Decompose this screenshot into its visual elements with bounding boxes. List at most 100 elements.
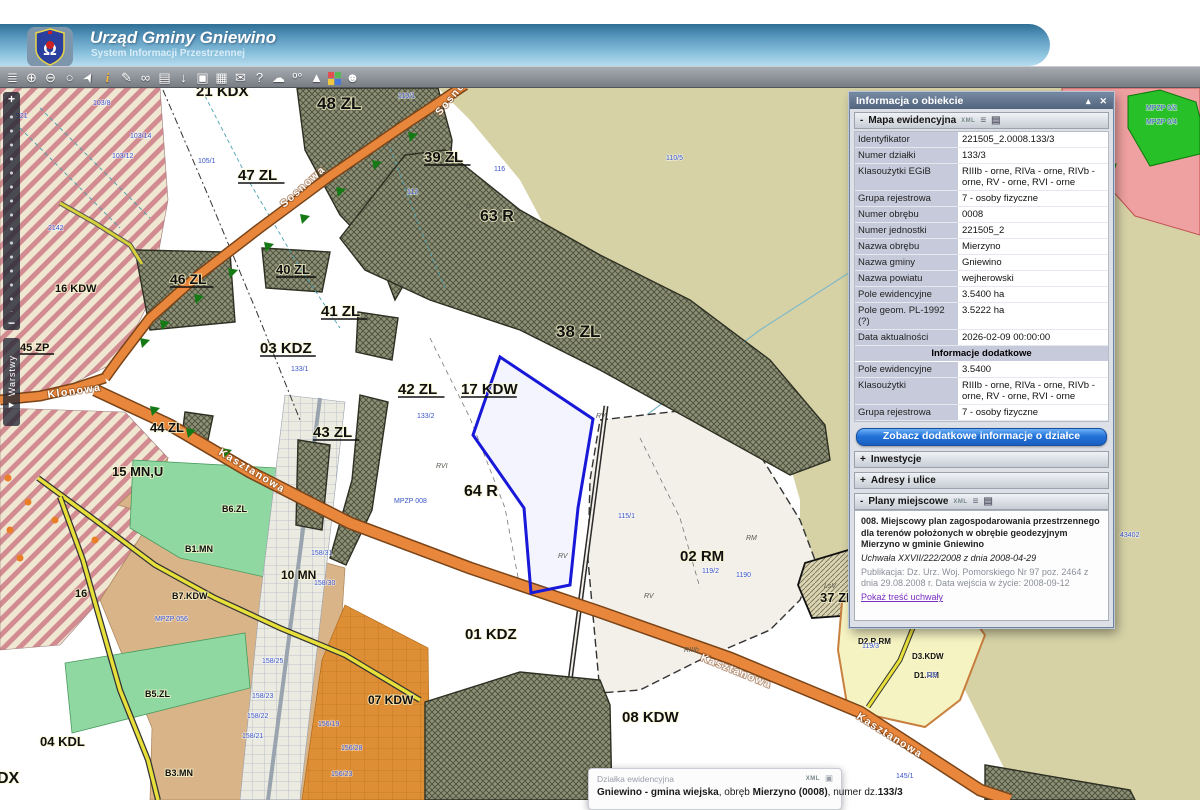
parcel-number-label: 110/5	[666, 155, 683, 162]
cloud-icon[interactable]: ☁	[271, 69, 286, 86]
map-zone-label: 48 ZL	[317, 94, 361, 113]
panel-title-bar[interactable]: Informacja o obiekcie ▴ ✕	[850, 93, 1113, 109]
map-zone-label: D3.KDW	[912, 652, 944, 661]
section-adresy-i-ulice[interactable]: + Adresy i ulice	[854, 472, 1109, 489]
legend-icon[interactable]	[328, 72, 341, 85]
attribute-label: Pole ewidencyjne	[855, 362, 958, 377]
map-zone-label: 40 ZL	[276, 262, 310, 277]
map-zone-label: B1.MN	[185, 544, 213, 554]
attribute-value: 7 - osoby fizyczne	[958, 405, 1108, 420]
measure-icon[interactable]: ∞	[138, 69, 153, 86]
map-zone-label: DX	[0, 770, 20, 787]
attribute-value: 3.5400 ha	[958, 287, 1108, 302]
help-icon[interactable]: ?	[252, 69, 267, 86]
map-zone-label: 04 KDL	[40, 734, 85, 749]
attribute-value: 133/3	[958, 148, 1108, 163]
print-icon[interactable]: ▤	[157, 69, 172, 86]
plan-resolution: Uchwała XXVII/222/2008 z dnia 2008-04-29	[861, 553, 1102, 565]
map-zone-label: 64 R	[464, 483, 498, 500]
minimize-icon[interactable]: ▴	[1086, 96, 1091, 106]
table-icon[interactable]: ▦	[214, 69, 229, 86]
map-zone-label: 63 R	[480, 208, 514, 225]
chart-3d-icon[interactable]: ▲	[309, 69, 324, 86]
zoom-in-button[interactable]: +	[8, 92, 15, 106]
attribute-value: 3.5222 ha	[958, 303, 1108, 329]
copy-view-icon[interactable]: ▣	[195, 69, 210, 86]
map-zone-label: 10 MN	[281, 568, 316, 582]
section-mapa-ewidencyjna[interactable]: - Mapa ewidencyjna XML ≡ ▤	[854, 112, 1109, 129]
more-parcel-info-button[interactable]: Zobacz dodatkowe informacje o działce	[856, 428, 1107, 446]
attribute-row: Numer jednostki221505_2	[855, 223, 1108, 239]
zoom-out-icon[interactable]: ⊖	[43, 69, 58, 86]
xml-export-icon[interactable]: XML	[953, 499, 967, 505]
layers-panel-tab[interactable]: Warstwy ▶	[3, 338, 20, 426]
pointer-icon[interactable]: ➤	[77, 66, 99, 87]
map-toolbar: ≣⊕⊖○➤i✎∞▤↓▣▦✉?☁º°▲ ☻	[0, 66, 1200, 88]
popup-title: Działka ewidencyjna	[597, 774, 674, 784]
map-zone-label: B3.MN	[165, 768, 193, 778]
attribute-value: 221505_2	[958, 223, 1108, 238]
attribute-row: Grupa rejestrowa7 - osoby fizyczne	[855, 405, 1108, 421]
parcel-number-label: 112	[407, 189, 418, 196]
parcel-number-label: 133/1	[291, 366, 309, 373]
parcel-number-label: 158/30	[314, 580, 336, 587]
layers-tab-label: Warstwy	[7, 355, 17, 396]
xml-export-icon[interactable]: XML	[961, 118, 975, 124]
zoom-out-button[interactable]: −	[8, 316, 15, 330]
download-icon[interactable]: ↓	[176, 69, 191, 86]
parcel-number-label: 145/1	[896, 773, 914, 780]
close-icon[interactable]: ✕	[1099, 96, 1107, 106]
plan-publication: Publikacja: Dz. Urz. Woj. Pomorskiego Nr…	[861, 567, 1102, 590]
attribute-row: Pole ewidencyjne3.5400	[855, 362, 1108, 378]
top-white-strip	[0, 0, 1200, 24]
plan-content-link[interactable]: Pokaż treść uchwały	[861, 592, 943, 604]
map-zone-label: 01 KDZ	[465, 626, 517, 643]
parcel-number-label: 103/12	[112, 153, 134, 160]
draw-line-icon[interactable]: ✎	[119, 69, 134, 86]
parcel-number-label: MPZP 0/4	[1146, 119, 1177, 126]
attribute-row: Numer obrębu0008	[855, 207, 1108, 223]
zoom-in-icon[interactable]: ⊕	[24, 69, 39, 86]
printer-icon[interactable]: ▤	[983, 497, 992, 507]
xml-export-icon[interactable]: XML	[806, 776, 820, 782]
plan-title: 008. Miejscowy plan zagospodarowania prz…	[861, 516, 1102, 551]
collapse-glyph: -	[860, 115, 863, 126]
select-circle-icon[interactable]: ○	[62, 69, 77, 86]
zoom-slider[interactable]: + −	[3, 92, 20, 330]
attribute-row: Pole ewidencyjne3.5400 ha	[855, 287, 1108, 303]
list-view-icon[interactable]: ≡	[980, 116, 986, 126]
soil-class-label: RV	[558, 553, 569, 560]
attribute-label: Klasoużytki	[855, 378, 958, 404]
section-inwestycje[interactable]: + Inwestycje	[854, 451, 1109, 468]
map-zone-label: 42 ZL	[398, 381, 437, 398]
plan-details: 008. Miejscowy plan zagospodarowania prz…	[854, 510, 1109, 621]
parcel-number-label: 103/8	[93, 100, 111, 107]
attribute-label: Pole geom. PL-1992 (?)	[855, 303, 958, 329]
printer-icon[interactable]: ▤	[991, 116, 1000, 126]
nodes-icon[interactable]: º°	[290, 69, 305, 86]
list-view-icon[interactable]: ≡	[973, 497, 979, 507]
attribute-label: Numer działki	[855, 148, 958, 163]
parcel-number-label: 158/22	[247, 713, 269, 720]
section-plany-miejscowe[interactable]: - Plany miejscowe XML ≡ ▤	[854, 493, 1109, 510]
parcel-number-label: 119/3	[862, 643, 879, 650]
map-zone-label: 08 KDW	[622, 709, 680, 726]
parcel-number-label: MPZP 0/2	[1146, 105, 1177, 112]
message-icon[interactable]: ✉	[233, 69, 248, 86]
app-banner: Ω Urząd Gminy Gniewino System Informacji…	[0, 24, 1050, 66]
info-icon[interactable]: i	[100, 69, 115, 86]
attribute-value: 3.5400	[958, 362, 1108, 377]
attribute-label: Nazwa powiatu	[855, 271, 958, 286]
layers-icon[interactable]: ≣	[5, 69, 20, 86]
user-icon[interactable]: ☻	[345, 69, 360, 86]
map-zone-label: 44 ZL	[150, 420, 184, 435]
attribute-label: Grupa rejestrowa	[855, 191, 958, 206]
attribute-value: wejherowski	[958, 271, 1108, 286]
parcel-number-label: 156/19	[318, 721, 340, 728]
zoom-slider-track[interactable]	[3, 110, 20, 312]
parcel-number-label: 158/23	[252, 693, 274, 700]
popup-corner-icon[interactable]: ▣	[825, 773, 833, 784]
parcel-number-label: 105/1	[198, 158, 216, 165]
attribute-value: 0008	[958, 207, 1108, 222]
section-title: Adresy i ulice	[871, 475, 936, 486]
